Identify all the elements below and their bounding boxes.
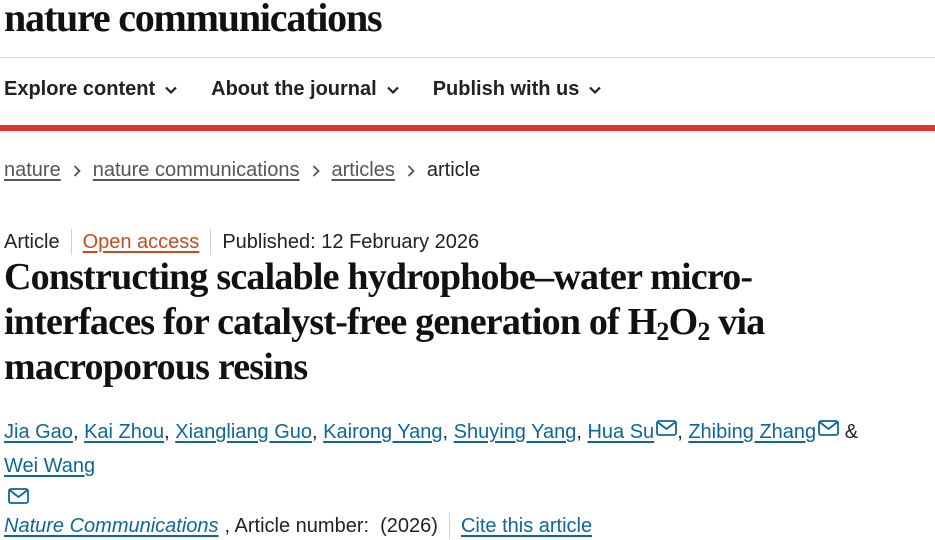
chevron-down-icon <box>386 86 399 94</box>
nav-explore-content[interactable]: Explore content <box>4 78 178 101</box>
author-link[interactable]: Wei Wang <box>4 455 95 477</box>
author-separator: & <box>839 421 859 443</box>
chevron-down-icon <box>165 86 177 94</box>
nav-label: Publish with us <box>432 78 580 100</box>
main-nav: Explore content About the journal Publis… <box>4 78 635 101</box>
breadcrumb: nature nature communications articles ar… <box>4 159 480 182</box>
breadcrumb-articles[interactable]: articles <box>332 159 395 182</box>
author-link[interactable]: Jia Gao <box>4 421 73 443</box>
article-type: Article <box>4 230 60 253</box>
author-separator: , <box>677 421 689 443</box>
meta-divider <box>210 229 212 255</box>
title-line-2: interfaces for catalyst-free generation … <box>4 301 657 343</box>
author-separator: , <box>442 421 454 443</box>
author-link[interactable]: Shuying Yang <box>454 421 577 443</box>
title-line-2-end: via <box>709 301 765 343</box>
author-link[interactable]: Xiangliang Guo <box>175 421 312 443</box>
nav-publish-with-us[interactable]: Publish with us <box>433 78 603 101</box>
breadcrumb-nature[interactable]: nature <box>4 159 61 182</box>
chevron-right-icon <box>407 164 415 177</box>
author-separator: , <box>576 421 588 443</box>
title-line-1: Constructing scalable hydrophobe–water m… <box>4 256 753 298</box>
title-line-3: macroporous resins <box>4 346 308 388</box>
published-date: Published: 12 February 2026 <box>222 230 480 253</box>
author-link[interactable]: Kai Zhou <box>84 421 164 443</box>
cite-this-article-link[interactable]: Cite this article <box>461 515 592 538</box>
citation-line: Nature Communications , Article number: … <box>4 513 592 539</box>
mail-icon[interactable] <box>8 488 29 504</box>
meta-divider <box>70 229 72 255</box>
breadcrumb-current: article <box>426 159 481 181</box>
meta-divider <box>448 513 450 539</box>
mail-icon[interactable] <box>656 420 678 436</box>
title-subscript: 2 <box>697 317 710 346</box>
title-subscript: 2 <box>656 317 669 346</box>
author-link[interactable]: Kairong Yang <box>323 421 442 443</box>
site-logo[interactable]: nature communications <box>4 0 383 41</box>
title-oxygen: O <box>668 301 699 343</box>
article-title: Constructing scalable hydrophobe–water m… <box>4 255 929 390</box>
article-meta: Article Open access Published: 12 Februa… <box>4 229 479 255</box>
accent-bar <box>0 125 935 131</box>
nav-about-the-journal[interactable]: About the journal <box>211 78 400 101</box>
header-divider <box>0 57 935 58</box>
author-list: Jia Gao, Kai Zhou, Xiangliang Guo, Kairo… <box>4 415 934 517</box>
chevron-right-icon <box>312 164 320 177</box>
chevron-down-icon <box>589 86 602 94</box>
author-separator: , <box>164 421 176 443</box>
mail-icon[interactable] <box>818 420 840 436</box>
author-link[interactable]: Hua Su <box>587 421 654 443</box>
author-link[interactable]: Zhibing Zhang <box>688 421 816 443</box>
author-separator: , <box>72 421 85 443</box>
journal-link[interactable]: Nature Communications <box>4 515 219 538</box>
open-access-link[interactable]: Open access <box>83 231 200 254</box>
chevron-right-icon <box>73 164 81 177</box>
nav-label: Explore content <box>4 78 156 100</box>
nav-label: About the journal <box>211 78 377 100</box>
article-number: , Article number: (2026) <box>224 514 438 537</box>
breadcrumb-nature-communications[interactable]: nature communications <box>93 159 300 182</box>
author-separator: , <box>312 421 324 443</box>
